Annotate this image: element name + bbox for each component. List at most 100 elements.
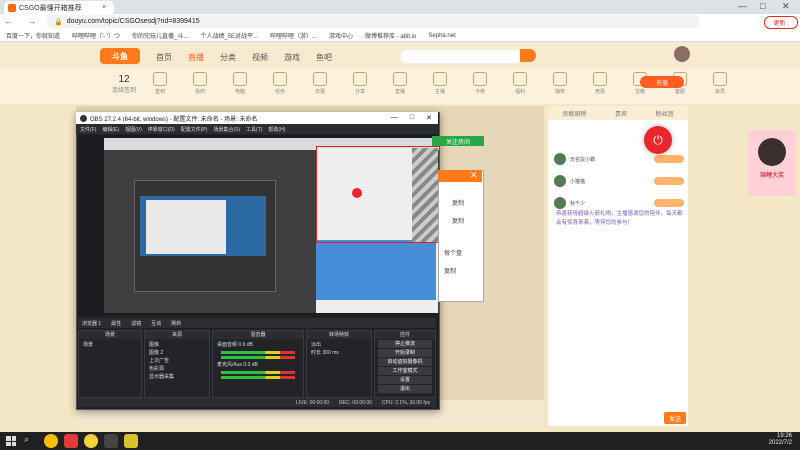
source-item[interactable]: 上次广告: [149, 357, 205, 365]
tool-item[interactable]: 福利: [510, 72, 530, 98]
taskbar: [0, 432, 800, 450]
app-icon[interactable]: [124, 434, 138, 448]
source-toolbar: 浏览器 1 属性 滤镜 互动 刷新: [78, 318, 436, 328]
douyu-logo[interactable]: 斗鱼: [100, 48, 140, 64]
app-icon[interactable]: [64, 434, 78, 448]
virtual-camera-button[interactable]: 启动虚拟摄像机: [378, 358, 432, 366]
menu-scene-collection[interactable]: 场景集合(S): [213, 126, 240, 133]
chrome-icon[interactable]: [44, 434, 58, 448]
obs-taskbar-icon[interactable]: [104, 434, 118, 448]
settings-button[interactable]: 设置: [378, 376, 432, 384]
obs-icon: [80, 114, 87, 122]
scene-item[interactable]: 场景: [83, 341, 137, 349]
nav-item[interactable]: 首页: [156, 52, 172, 63]
bookmark-item[interactable]: 游戏中心: [329, 31, 353, 40]
user-avatar[interactable]: [674, 46, 690, 62]
tool-item[interactable]: 电脑: [230, 72, 250, 98]
source-selection-box[interactable]: [316, 146, 440, 243]
tab-weekly-rank[interactable]: 贡献周榜: [562, 109, 586, 118]
start-icon[interactable]: [6, 436, 16, 446]
bookmark-item[interactable]: 个人战绩_5E对战平...: [200, 31, 258, 40]
tool-icon: [273, 72, 287, 86]
preview-blue-region: [316, 240, 436, 300]
tool-item[interactable]: 任务: [270, 72, 290, 98]
close-tab-icon[interactable]: ×: [102, 4, 106, 11]
update-button[interactable]: 更新 :: [764, 16, 798, 29]
source-item[interactable]: 图像: [149, 341, 205, 349]
bookmark-item[interactable]: 微博推荐库 - abit.io: [365, 31, 416, 40]
tool-item[interactable]: 会员: [710, 72, 730, 98]
transition-select[interactable]: 淡出: [311, 341, 367, 349]
bookmark-item[interactable]: 哔哩哔哩（'- '）つ: [72, 31, 120, 40]
live-time: LIVE: 00:00:00: [296, 399, 330, 406]
bookmark-item[interactable]: 百度一下，你就知道: [6, 31, 60, 40]
source-item[interactable]: 显示器采集: [149, 373, 205, 381]
menu-view[interactable]: 视图(V): [125, 126, 142, 133]
menu-edit[interactable]: 编辑(E): [102, 126, 119, 133]
site-search-input[interactable]: [400, 49, 522, 64]
menu-file[interactable]: 文件(F): [80, 126, 96, 133]
tab-vip[interactable]: 贵宾: [615, 109, 627, 118]
exit-button[interactable]: 退出: [378, 385, 432, 393]
filters-button[interactable]: 滤镜: [131, 320, 141, 327]
dock-title: 场景: [79, 331, 141, 339]
tool-item[interactable]: 分享: [350, 72, 370, 98]
maximize-window-button[interactable]: □: [760, 1, 765, 11]
nav-item[interactable]: 鱼吧: [316, 52, 332, 63]
nav-item[interactable]: 分类: [220, 52, 236, 63]
tool-item[interactable]: 我的: [190, 72, 210, 98]
duration-field[interactable]: 时长 300 ms: [311, 349, 367, 357]
bookmark-item[interactable]: 哔哩哔哩（游）...: [270, 31, 317, 40]
live-record-button[interactable]: ⏻: [644, 126, 672, 154]
bookmark-item[interactable]: 你的完玩儿直播_斗...: [132, 31, 188, 40]
search-button[interactable]: [520, 49, 536, 62]
menu-profile[interactable]: 配置文件(P): [181, 126, 208, 133]
search-icon[interactable]: ⌕: [24, 434, 38, 448]
tool-item[interactable]: 主播: [430, 72, 450, 98]
popup-close-icon[interactable]: ✕: [470, 170, 478, 181]
menu-docks[interactable]: 停靠窗口(D): [148, 126, 175, 133]
close-window-button[interactable]: ✕: [782, 1, 790, 12]
tool-item[interactable]: 抽奖: [550, 72, 570, 98]
cpu-fps: CPU: 2.1%, 30.00 fps: [381, 399, 430, 406]
tool-item[interactable]: 直播: [390, 72, 410, 98]
nav-item-active[interactable]: 直播: [188, 52, 204, 63]
volume-meter: [221, 351, 295, 354]
minimize-window-button[interactable]: —: [738, 1, 747, 11]
obs-maximize-button[interactable]: □: [410, 114, 414, 122]
nav-item[interactable]: 游戏: [284, 52, 300, 63]
source-item[interactable]: 图像 2: [149, 349, 205, 357]
source-item[interactable]: 色彩源: [149, 365, 205, 373]
tool-item[interactable]: 卡券: [470, 72, 490, 98]
tab-fans[interactable]: 粉丝团: [656, 109, 674, 118]
tool-label: 日报: [314, 89, 325, 95]
app-icon[interactable]: [84, 434, 98, 448]
tool-label: 我的: [194, 89, 205, 95]
menu-help[interactable]: 帮助(H): [268, 126, 285, 133]
interact-button[interactable]: 互动: [151, 320, 161, 327]
tool-item[interactable]: 竞猜: [590, 72, 610, 98]
bookmark-item[interactable]: Sepha.net: [428, 33, 455, 39]
tool-item[interactable]: 签到: [150, 72, 170, 98]
promo-banner[interactable]: 锦鲤大奖: [748, 130, 796, 196]
obs-close-button[interactable]: ✕: [426, 114, 432, 122]
properties-button[interactable]: 属性: [111, 320, 121, 327]
stop-streaming-button[interactable]: 停止推流: [378, 340, 432, 348]
clock[interactable]: 19:26 2022/7/2: [752, 433, 792, 447]
rank-row[interactable]: 无名鼠小霸: [554, 150, 684, 168]
obs-minimize-button[interactable]: —: [391, 114, 398, 122]
charge-button[interactable]: 充值: [640, 76, 684, 88]
refresh-button[interactable]: 刷新: [171, 320, 181, 327]
rank-row[interactable]: 小猫猫: [554, 172, 684, 190]
follow-button[interactable]: 关注房间: [432, 136, 484, 146]
address-bar[interactable]: 🔒 douyu.com/topic/CSGOsesdj?rid=8399415: [46, 15, 700, 28]
send-button[interactable]: 发送: [664, 412, 686, 424]
nav-item[interactable]: 视频: [252, 52, 268, 63]
douyu-favicon-icon: [8, 3, 16, 12]
browser-tab[interactable]: CSGO最懂开箱推荐 ×: [4, 1, 114, 14]
studio-mode-button[interactable]: 工作室模式: [378, 367, 432, 375]
obs-titlebar[interactable]: OBS 27.2.4 (64-bit, windows) - 配置文件: 未命名…: [76, 112, 438, 124]
start-recording-button[interactable]: 开始录制: [378, 349, 432, 357]
menu-tools[interactable]: 工具(T): [246, 126, 262, 133]
tool-item[interactable]: 日报: [310, 72, 330, 98]
